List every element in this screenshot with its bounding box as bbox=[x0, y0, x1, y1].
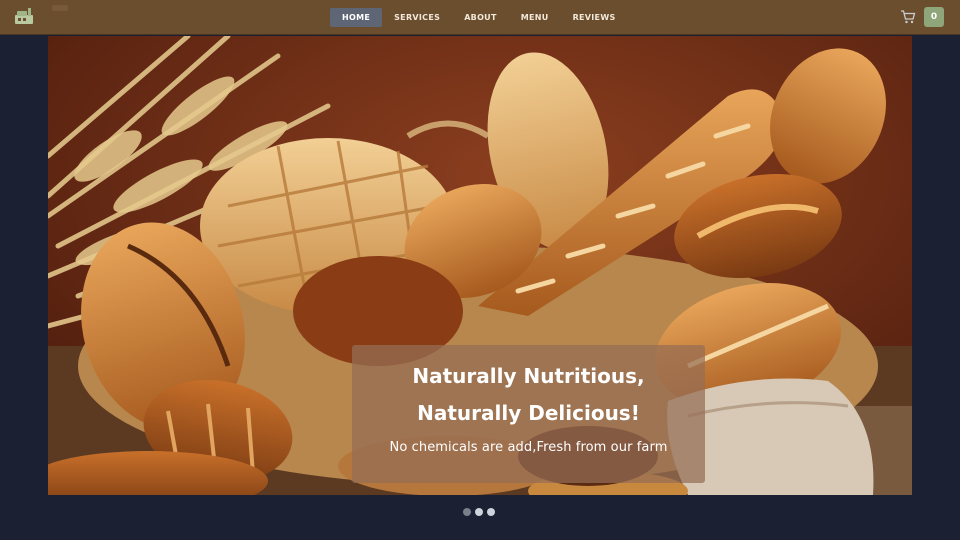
nav-link-menu[interactable]: MENU bbox=[509, 8, 561, 27]
hero-carousel-slide: Naturally Nutritious, Naturally Deliciou… bbox=[48, 36, 912, 495]
nav-link-about[interactable]: ABOUT bbox=[452, 8, 509, 27]
hero-caption-box: Naturally Nutritious, Naturally Deliciou… bbox=[352, 345, 705, 483]
brand-mark bbox=[52, 5, 68, 11]
nav-menu: HOME SERVICES ABOUT MENU REVIEWS bbox=[330, 8, 628, 27]
carousel-dot-1[interactable] bbox=[463, 508, 471, 516]
hero-title-line-1: Naturally Nutritious, bbox=[412, 364, 645, 388]
hero-subtitle: No chemicals are add,Fresh from our farm bbox=[389, 440, 668, 455]
hero-title: Naturally Nutritious, Naturally Deliciou… bbox=[352, 345, 705, 432]
cart-count-badge[interactable]: 0 bbox=[924, 7, 944, 27]
top-navbar: HOME SERVICES ABOUT MENU REVIEWS 0 bbox=[0, 0, 960, 35]
cart-icon[interactable] bbox=[900, 10, 916, 24]
nav-link-home[interactable]: HOME bbox=[330, 8, 383, 27]
nav-link-reviews[interactable]: REVIEWS bbox=[561, 8, 628, 27]
bakery-logo-icon[interactable] bbox=[14, 7, 34, 25]
carousel-dot-3[interactable] bbox=[487, 508, 495, 516]
nav-link-services[interactable]: SERVICES bbox=[382, 8, 452, 27]
carousel-indicators bbox=[463, 508, 495, 516]
hero-title-line-2: Naturally Delicious! bbox=[417, 401, 640, 425]
carousel-dot-2[interactable] bbox=[475, 508, 483, 516]
